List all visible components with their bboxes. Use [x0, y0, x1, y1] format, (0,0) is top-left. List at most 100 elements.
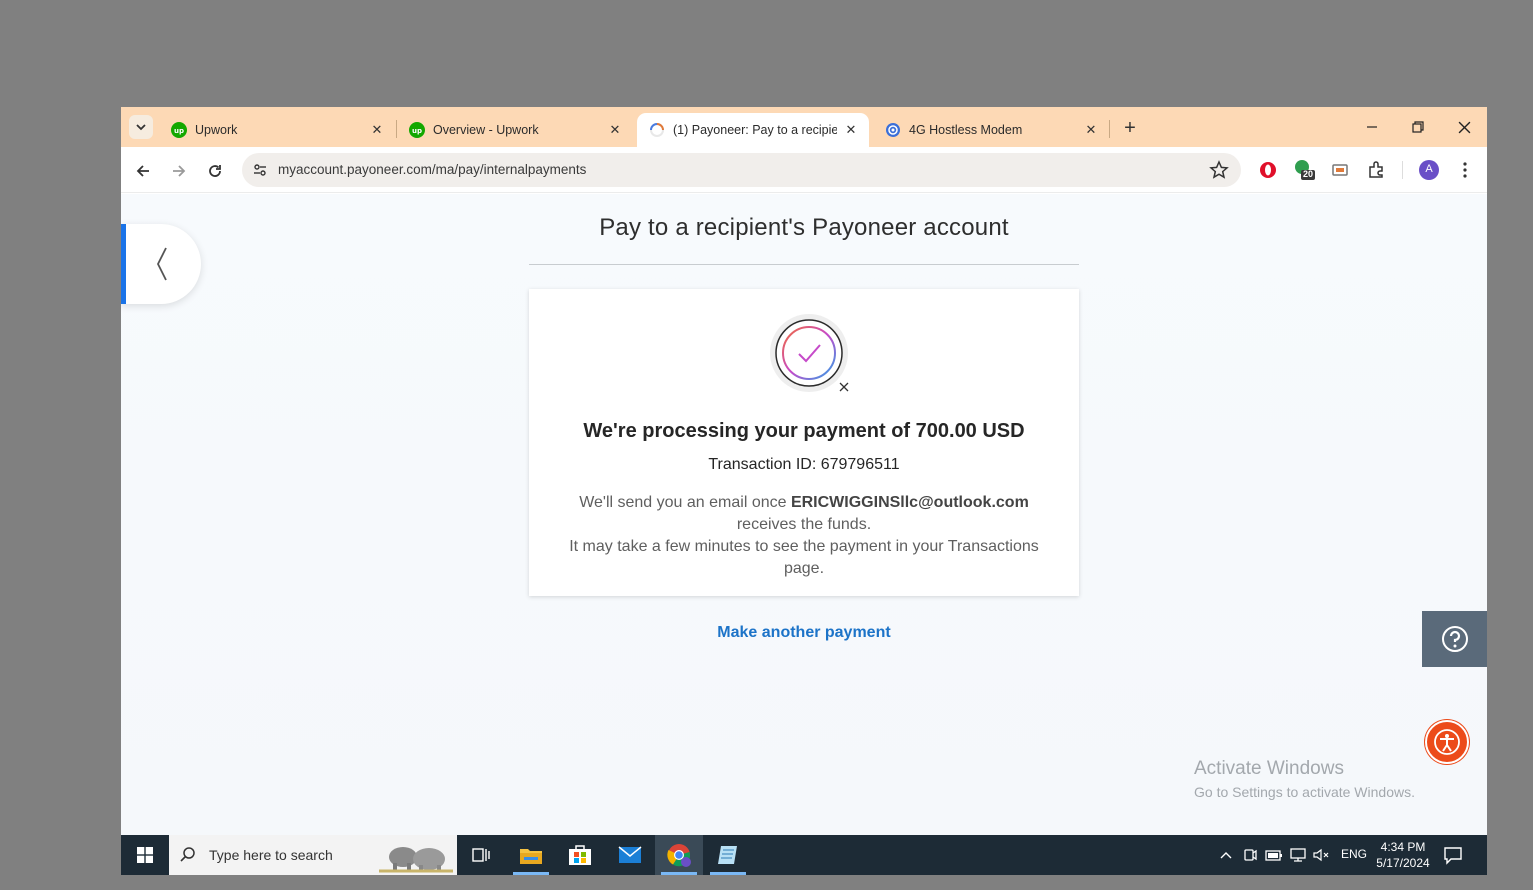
- show-hidden-icons-button[interactable]: [1217, 846, 1235, 864]
- back-button[interactable]: [129, 157, 157, 185]
- close-tab-icon[interactable]: ✕: [843, 122, 859, 138]
- minimize-icon: [1367, 126, 1377, 128]
- extensions-puzzle-icon[interactable]: [1365, 159, 1387, 181]
- battery-tray-icon[interactable]: [1265, 846, 1283, 864]
- title-divider: [529, 264, 1079, 265]
- folder-icon: [520, 849, 542, 864]
- url-text: myaccount.payoneer.com/ma/pay/internalpa…: [278, 162, 587, 177]
- svg-text:up: up: [174, 127, 184, 135]
- upwork-icon: up: [171, 122, 187, 138]
- store-icon: [569, 845, 591, 865]
- tab-search-button[interactable]: [129, 115, 153, 139]
- chrome-icon: [667, 844, 691, 867]
- site-info-icon[interactable]: [250, 160, 270, 180]
- windows-taskbar: Type here to search ENG 4:34 PM 5/17/202…: [121, 835, 1487, 875]
- tab-title: Upwork: [195, 123, 238, 137]
- page-title: Pay to a recipient's Payoneer account: [599, 214, 1009, 241]
- language-indicator[interactable]: ENG: [1341, 847, 1367, 861]
- browser-toolbar: myaccount.payoneer.com/ma/pay/internalpa…: [121, 147, 1487, 193]
- notepad-icon: [718, 846, 737, 864]
- meet-now-tray-icon[interactable]: [1241, 846, 1259, 864]
- globe-icon: [886, 123, 900, 137]
- svg-text:up: up: [412, 127, 422, 135]
- help-button[interactable]: [1422, 611, 1487, 667]
- reload-button[interactable]: [201, 157, 229, 185]
- task-view-button[interactable]: [457, 835, 505, 875]
- forward-button[interactable]: [165, 157, 193, 185]
- taskbar-search-box[interactable]: Type here to search: [169, 835, 457, 875]
- activate-windows-subtitle: Go to Settings to activate Windows.: [1194, 784, 1415, 800]
- activate-windows-watermark: Activate Windows Go to Settings to activ…: [1194, 758, 1415, 800]
- email-notice: We'll send you an email once ERICWIGGINS…: [549, 492, 1059, 580]
- notification-center-icon[interactable]: [1443, 845, 1463, 865]
- plus-icon: +: [1124, 116, 1136, 139]
- windows-logo-icon: [137, 847, 153, 863]
- transaction-id: Transaction ID: 679796511: [708, 456, 900, 473]
- mail-button[interactable]: [606, 835, 654, 875]
- restore-icon: [1412, 121, 1424, 133]
- volume-muted-tray-icon[interactable]: [1312, 846, 1330, 864]
- tab-separator: [1109, 120, 1110, 138]
- elephants-illustration-icon: [379, 847, 453, 873]
- tab-strip: up Upwork ✕ up Overview - Upwork ✕ (1) P…: [121, 107, 1487, 147]
- profile-initial: A: [1425, 163, 1433, 175]
- sidebar-accent-bar: [121, 224, 126, 304]
- close-tab-icon[interactable]: ✕: [607, 122, 623, 138]
- browser-menu-button[interactable]: [1454, 159, 1476, 181]
- arrow-left-icon: [136, 165, 149, 177]
- clock-time: 4:34 PM: [1380, 840, 1426, 854]
- profile-avatar[interactable]: A: [1418, 159, 1440, 181]
- reload-icon: [209, 165, 221, 177]
- taskbar-clock[interactable]: 4:34 PM 5/17/2024: [1371, 839, 1435, 871]
- tab-title: (1) Payoneer: Pay to a recipient: [673, 123, 837, 137]
- microsoft-store-button[interactable]: [556, 835, 604, 875]
- tab-upwork[interactable]: up Upwork ✕: [159, 113, 395, 147]
- tab-4g-hostless-modem[interactable]: 4G Hostless Modem ✕: [873, 113, 1109, 147]
- search-placeholder: Type here to search: [209, 847, 333, 863]
- toolbar-divider: [1402, 161, 1403, 179]
- success-check-icon: [770, 314, 849, 392]
- payment-status-card: We're processing your payment of 700.00 …: [529, 289, 1079, 596]
- close-tab-icon[interactable]: ✕: [1083, 122, 1099, 138]
- recipient-email: ERICWIGGINSllc@outlook.com: [790, 494, 1029, 511]
- transactions-notice: It may take a few minutes to see the pay…: [569, 538, 1039, 577]
- cast-extension-icon[interactable]: [1329, 159, 1351, 181]
- chevron-up-icon: [1220, 852, 1232, 859]
- new-tab-button[interactable]: +: [1117, 115, 1143, 141]
- close-window-button[interactable]: [1441, 113, 1487, 141]
- search-icon: [180, 847, 195, 862]
- tab-overview-upwork[interactable]: up Overview - Upwork ✕: [397, 113, 633, 147]
- chevron-left-icon: [156, 247, 167, 281]
- accessibility-button[interactable]: [1425, 720, 1469, 764]
- notepad-button[interactable]: [704, 835, 752, 875]
- task-view-icon: [472, 848, 490, 862]
- address-bar[interactable]: myaccount.payoneer.com/ma/pay/internalpa…: [242, 153, 1241, 187]
- chrome-taskbar-button[interactable]: [655, 835, 703, 875]
- browser-window: up Upwork ✕ up Overview - Upwork ✕ (1) P…: [121, 107, 1487, 835]
- clock-date: 5/17/2024: [1376, 856, 1430, 870]
- start-button[interactable]: [121, 835, 169, 875]
- extension-badge-count: 20: [1303, 169, 1314, 179]
- collapse-sidebar-button[interactable]: [121, 224, 201, 304]
- network-tray-icon[interactable]: [1289, 846, 1307, 864]
- bookmark-star-icon[interactable]: [1209, 160, 1229, 180]
- opera-extension-icon[interactable]: [1257, 159, 1279, 181]
- tab-payoneer[interactable]: (1) Payoneer: Pay to a recipient ✕: [637, 113, 869, 147]
- mail-icon: [618, 846, 642, 863]
- tab-title: Overview - Upwork: [433, 123, 539, 137]
- email-notice-suffix: receives the funds.: [736, 516, 872, 533]
- close-icon: [1458, 121, 1470, 133]
- upwork-icon: up: [409, 122, 425, 138]
- extension-badge-icon[interactable]: 20: [1293, 159, 1315, 181]
- make-another-payment-link[interactable]: Make another payment: [529, 624, 1079, 642]
- activate-windows-title: Activate Windows: [1194, 758, 1344, 779]
- email-notice-prefix: We'll send you an email once: [579, 494, 791, 511]
- accessibility-icon: [1434, 729, 1460, 755]
- file-explorer-button[interactable]: [507, 835, 555, 875]
- restore-button[interactable]: [1395, 113, 1441, 141]
- processing-message: We're processing your payment of 700.00 …: [583, 420, 1025, 442]
- close-tab-icon[interactable]: ✕: [369, 122, 385, 138]
- tab-title: 4G Hostless Modem: [909, 123, 1023, 137]
- arrow-right-icon: [173, 165, 186, 177]
- minimize-button[interactable]: [1349, 113, 1395, 141]
